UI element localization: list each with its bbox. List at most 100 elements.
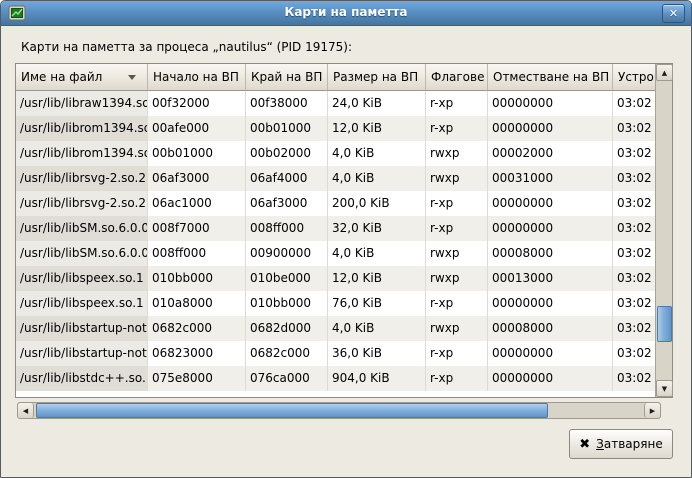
table-row[interactable]: /usr/lib/librom1394.so00b0100000b020004,… (16, 141, 655, 166)
table-cell: /usr/lib/libstartup-not (16, 316, 148, 341)
table-cell: rwxp (426, 241, 488, 266)
table-cell: 24,0 KiB (328, 91, 426, 116)
column-header-vm-end[interactable]: Край на ВП (246, 64, 328, 91)
table-cell: 00b01000 (246, 116, 328, 141)
table-row[interactable]: /usr/lib/librsvg-2.so.206af300006af40004… (16, 166, 655, 191)
table-cell: /usr/lib/libraw1394.so (16, 91, 148, 116)
table-cell: 00002000 (488, 141, 613, 166)
table-row[interactable]: /usr/lib/libSM.so.6.0.0008f7000008ff0003… (16, 216, 655, 241)
table-cell: 00000000 (488, 91, 613, 116)
table-cell: 03:02 (613, 241, 655, 266)
vertical-scrollbar[interactable]: ▲ ▼ (655, 64, 672, 397)
table-cell: 03:02 (613, 316, 655, 341)
table-cell: 00008000 (488, 316, 613, 341)
table-cell: /usr/lib/librsvg-2.so.2 (16, 166, 148, 191)
table-cell: 008f7000 (148, 216, 246, 241)
table-cell: 12,0 KiB (328, 266, 426, 291)
table-cell: /usr/lib/libspeex.so.1 (16, 291, 148, 316)
table-cell: rwxp (426, 166, 488, 191)
scroll-down-icon[interactable]: ▼ (656, 380, 673, 397)
table-cell: 06af3000 (246, 191, 328, 216)
table-cell: 4,0 KiB (328, 241, 426, 266)
sort-descending-icon (128, 75, 136, 80)
table-cell: 075e8000 (148, 366, 246, 391)
table-cell: r-xp (426, 366, 488, 391)
table-cell: rwxp (426, 266, 488, 291)
column-header-vm-size[interactable]: Размер на ВП (328, 64, 426, 91)
table-cell: 76,0 KiB (328, 291, 426, 316)
table-cell: 12,0 KiB (328, 116, 426, 141)
table-cell: 32,0 KiB (328, 216, 426, 241)
table-row[interactable]: /usr/lib/libstartup-not068230000682c0003… (16, 341, 655, 366)
titlebar[interactable]: Карти на паметта ✕ (1, 1, 691, 26)
table-cell: /usr/lib/librom1394.so (16, 141, 148, 166)
close-dialog-button[interactable]: ✖ Затваряне (569, 429, 673, 459)
table-cell: 06af3000 (148, 166, 246, 191)
table-cell: 0682d000 (246, 316, 328, 341)
column-header-vm-offset[interactable]: Отместване на ВП (488, 64, 613, 91)
table-row[interactable]: /usr/lib/libspeex.so.1010bb000010be00012… (16, 266, 655, 291)
table-row[interactable]: /usr/lib/librsvg-2.so.206ac100006af30002… (16, 191, 655, 216)
horizontal-scrollbar-thumb[interactable] (36, 403, 548, 418)
table-row[interactable]: /usr/lib/libSM.so.6.0.0008ff000009000004… (16, 241, 655, 266)
memory-maps-dialog: Карти на паметта ✕ Карти на паметта за п… (0, 0, 692, 478)
table-cell: 00000000 (488, 116, 613, 141)
table-cell: 0682c000 (246, 341, 328, 366)
table-cell: 03:02 (613, 291, 655, 316)
table-row[interactable]: /usr/lib/libstartup-not0682c0000682d0004… (16, 316, 655, 341)
table-cell: 010bb000 (148, 266, 246, 291)
close-icon: ✕ (669, 7, 678, 20)
column-header-flags[interactable]: Флагове (426, 64, 488, 91)
column-header-device[interactable]: Устройство (613, 64, 655, 91)
table-cell: 00f38000 (246, 91, 328, 116)
table-row[interactable]: /usr/lib/libraw1394.so00f3200000f3800024… (16, 91, 655, 116)
table-header-row: Име на файл Начало на ВП Край на ВП Разм… (16, 64, 655, 91)
table-cell: 03:02 (613, 91, 655, 116)
table-cell: /usr/lib/libstdc++.so. (16, 366, 148, 391)
table-cell: r-xp (426, 116, 488, 141)
table-cell: 03:02 (613, 191, 655, 216)
table-cell: 06ac1000 (148, 191, 246, 216)
table-cell: 03:02 (613, 266, 655, 291)
horizontal-scrollbar[interactable]: ◀ ▶ (17, 402, 661, 419)
scroll-up-icon[interactable]: ▲ (656, 64, 673, 81)
table-cell: 00000000 (488, 291, 613, 316)
table-cell: /usr/lib/libSM.so.6.0.0 (16, 216, 148, 241)
table-cell: 008ff000 (246, 216, 328, 241)
table-cell: 00000000 (488, 216, 613, 241)
column-header-vm-start[interactable]: Начало на ВП (148, 64, 246, 91)
table-cell: 010bb000 (246, 291, 328, 316)
table-row[interactable]: /usr/lib/librom1394.so00afe00000b0100012… (16, 116, 655, 141)
table-cell: 00000000 (488, 341, 613, 366)
table-cell: 03:02 (613, 116, 655, 141)
table-cell: 00031000 (488, 166, 613, 191)
scroll-right-icon[interactable]: ▶ (644, 403, 660, 418)
column-header-filename[interactable]: Име на файл (16, 64, 148, 91)
table-cell: 00008000 (488, 241, 613, 266)
table-cell: rwxp (426, 141, 488, 166)
window-close-button[interactable]: ✕ (662, 4, 685, 23)
table-cell: 03:02 (613, 341, 655, 366)
table-cell: rwxp (426, 316, 488, 341)
table-cell: 4,0 KiB (328, 316, 426, 341)
table-cell: 0682c000 (148, 316, 246, 341)
memory-maps-table: Име на файл Начало на ВП Край на ВП Разм… (15, 63, 673, 398)
vertical-scrollbar-thumb[interactable] (657, 306, 672, 342)
table-cell: 010be000 (246, 266, 328, 291)
table-cell: 03:02 (613, 216, 655, 241)
table-cell: 00900000 (246, 241, 328, 266)
table-cell: r-xp (426, 341, 488, 366)
table-cell: 00b01000 (148, 141, 246, 166)
scroll-left-icon[interactable]: ◀ (18, 403, 34, 418)
table-cell: 010a8000 (148, 291, 246, 316)
table-row[interactable]: /usr/lib/libspeex.so.1010a8000010bb00076… (16, 291, 655, 316)
table-cell: 904,0 KiB (328, 366, 426, 391)
table-cell: r-xp (426, 291, 488, 316)
table-cell: /usr/lib/libstartup-not (16, 341, 148, 366)
table-row[interactable]: /usr/lib/libstdc++.so.075e8000076ca00090… (16, 366, 655, 391)
table-cell: 200,0 KiB (328, 191, 426, 216)
window-title: Карти на паметта (1, 5, 691, 19)
table-cell: 06823000 (148, 341, 246, 366)
table-cell: 076ca000 (246, 366, 328, 391)
table-cell: 00000000 (488, 191, 613, 216)
